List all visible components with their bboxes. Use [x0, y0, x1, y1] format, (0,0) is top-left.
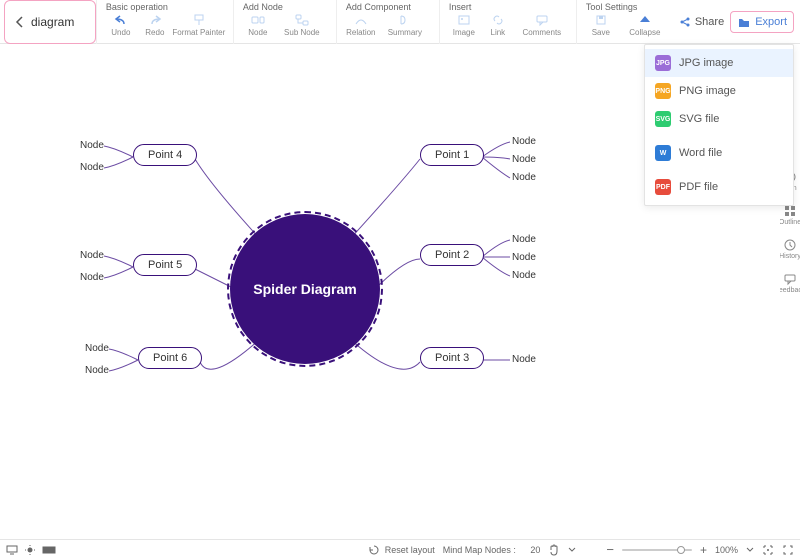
node-point-5[interactable]: Point 5	[133, 254, 197, 276]
chevron-down-icon[interactable]	[568, 546, 576, 554]
chevron-down-icon[interactable]	[746, 546, 754, 554]
share-icon	[679, 16, 691, 28]
node-point-1[interactable]: Point 1	[420, 144, 484, 166]
export-jpg[interactable]: JPGJPG image	[645, 49, 793, 77]
group-tool-settings: Tool Settings Save Collapse	[576, 0, 679, 44]
insert-image-button[interactable]: Image	[448, 13, 480, 37]
reset-icon	[369, 545, 379, 555]
save-button[interactable]: Save	[585, 13, 617, 37]
rail-outline[interactable]: Outline	[779, 204, 800, 226]
leaf-node[interactable]: Node	[85, 365, 109, 376]
keyboard-icon[interactable]	[42, 545, 56, 555]
leaf-node[interactable]: Node	[80, 272, 104, 283]
sun-icon[interactable]	[24, 544, 36, 556]
export-pdf[interactable]: PDFPDF file	[645, 173, 793, 201]
status-bar: Reset layout Mind Map Nodes : 20 − + 100…	[0, 539, 800, 559]
zoom-value: 100%	[715, 545, 738, 555]
leaf-node[interactable]: Node	[80, 162, 104, 173]
export-button[interactable]: Export	[730, 11, 794, 33]
zoom-out-button[interactable]: −	[606, 542, 614, 557]
summary-button[interactable]: Summary	[379, 13, 431, 37]
insert-link-button[interactable]: Link	[482, 13, 514, 37]
leaf-node[interactable]: Node	[512, 270, 536, 281]
group-insert: Insert Image Link Comments	[439, 0, 576, 44]
node-point-4[interactable]: Point 4	[133, 144, 197, 166]
export-icon	[737, 16, 751, 28]
group-add-node: Add Node Node Sub Node	[233, 0, 336, 44]
leaf-node[interactable]: Node	[512, 154, 536, 165]
node-point-3[interactable]: Point 3	[420, 347, 484, 369]
hand-icon[interactable]	[548, 544, 560, 556]
fit-icon[interactable]	[762, 544, 774, 556]
fullscreen-icon[interactable]	[782, 544, 794, 556]
relation-button[interactable]: Relation	[345, 13, 377, 37]
export-menu: JPGJPG image PNGPNG image SVGSVG file WW…	[644, 44, 794, 206]
format-painter-button[interactable]: Format Painter	[173, 13, 225, 37]
zoom-slider[interactable]	[622, 549, 692, 551]
center-node[interactable]: Spider Diagram	[230, 214, 380, 364]
node-count: Mind Map Nodes : 20	[443, 545, 541, 555]
rail-history[interactable]: History	[779, 238, 800, 260]
reset-layout-button[interactable]: Reset layout	[369, 545, 435, 555]
add-node-button[interactable]: Node	[242, 13, 274, 37]
leaf-node[interactable]: Node	[512, 136, 536, 147]
export-svg[interactable]: SVGSVG file	[645, 105, 793, 133]
title-bar[interactable]: diagram	[4, 0, 96, 44]
zoom-in-button[interactable]: +	[700, 543, 707, 557]
leaf-node[interactable]: Node	[80, 140, 104, 151]
doc-title: diagram	[31, 15, 74, 29]
add-subnode-button[interactable]: Sub Node	[276, 13, 328, 37]
undo-button[interactable]: Undo	[105, 13, 137, 37]
leaf-node[interactable]: Node	[85, 343, 109, 354]
collapse-button[interactable]: Collapse	[619, 13, 671, 37]
export-png[interactable]: PNGPNG image	[645, 77, 793, 105]
monitor-icon[interactable]	[6, 545, 18, 555]
node-point-6[interactable]: Point 6	[138, 347, 202, 369]
leaf-node[interactable]: Node	[512, 252, 536, 263]
back-icon	[15, 16, 25, 28]
leaf-node[interactable]: Node	[512, 172, 536, 183]
redo-button[interactable]: Redo	[139, 13, 171, 37]
comments-button[interactable]: Comments	[516, 13, 568, 37]
share-button[interactable]: Share	[679, 16, 724, 28]
export-word[interactable]: WWord file	[645, 139, 793, 167]
group-add-component: Add Component Relation Summary	[336, 0, 439, 44]
leaf-node[interactable]: Node	[512, 354, 536, 365]
leaf-node[interactable]: Node	[80, 250, 104, 261]
leaf-node[interactable]: Node	[512, 234, 536, 245]
node-point-2[interactable]: Point 2	[420, 244, 484, 266]
group-basic-operation: Basic operation Undo Redo Format Painter	[96, 0, 233, 44]
